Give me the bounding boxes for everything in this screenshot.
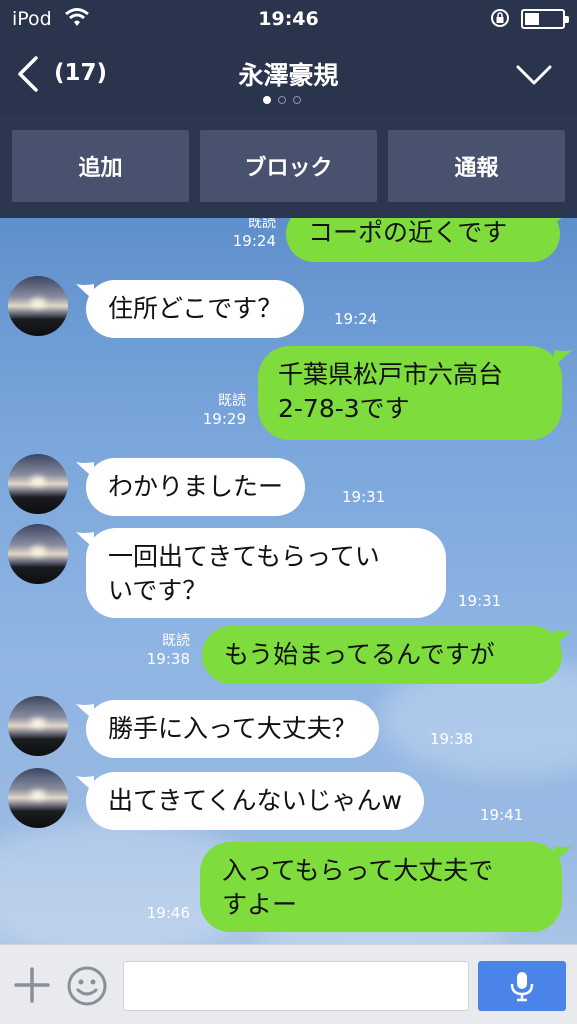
message-input[interactable] (123, 961, 469, 1011)
add-button[interactable]: 追加 (12, 130, 189, 202)
status-bar: iPod 19:46 (0, 0, 577, 40)
message-text: わかりましたー (108, 472, 284, 501)
message-bubble-incoming[interactable]: 一回出てきてもらってい いです？ (76, 528, 446, 618)
chat-title: 永澤豪規 (238, 61, 339, 90)
message-bubble-outgoing[interactable]: コーポの近くです (286, 218, 562, 262)
message-bubble-outgoing[interactable]: 千葉県松戸市六高台 2-78-3です (258, 346, 572, 440)
emoji-icon[interactable] (66, 965, 108, 1007)
message-meta: 既読 19:38 (140, 632, 190, 668)
message-text: いです？ (108, 576, 208, 605)
chat-header: (17) 永澤豪規 (0, 40, 577, 114)
message-text: 出てきてくんないじゃんw (108, 786, 402, 815)
block-button[interactable]: ブロック (200, 130, 377, 202)
page-dot (263, 96, 271, 104)
message-text: 2-78-3です (278, 394, 410, 423)
voice-button[interactable] (478, 961, 566, 1011)
read-receipt: 既読 (218, 393, 246, 409)
message-text: すよー (222, 890, 298, 919)
plus-icon[interactable] (14, 967, 50, 1003)
message-time: 19:41 (480, 806, 524, 824)
message-bubble-outgoing[interactable]: もう始まってるんですが (202, 626, 572, 684)
contact-avatar[interactable] (8, 768, 68, 828)
rotation-lock-icon (491, 9, 509, 27)
contact-avatar[interactable] (8, 696, 68, 756)
message-text: 入ってもらって大丈夫で (222, 856, 494, 885)
contact-avatar[interactable] (8, 454, 68, 514)
message-text: コーポの近くです (308, 218, 508, 247)
message-bubble-incoming[interactable]: 出てきてくんないじゃんw (76, 772, 424, 830)
message-meta: 既読 19:29 (196, 392, 246, 428)
battery-icon (521, 9, 569, 29)
input-bar (0, 944, 577, 1024)
message-bubble-incoming[interactable]: 住所どこです？ (76, 280, 305, 338)
report-button[interactable]: 通報 (388, 130, 565, 202)
contact-avatar[interactable] (8, 276, 68, 336)
page-indicator (263, 96, 301, 104)
message-time: 19:46 (146, 904, 190, 922)
chevron-down-icon[interactable] (514, 62, 554, 88)
page-dot (278, 96, 286, 104)
message-meta: 既読 19:24 (226, 218, 276, 250)
message-bubble-outgoing[interactable]: 入ってもらって大丈夫で すよー (200, 842, 572, 932)
contact-avatar[interactable] (8, 524, 68, 584)
chat-area[interactable]: 既読 19:24 コーポの近くです 住所どこです？ 19:24 既読 19:29… (0, 218, 577, 944)
read-receipt: 既読 (162, 633, 190, 649)
message-bubble-incoming[interactable]: わかりましたー (76, 458, 306, 516)
message-time: 19:31 (342, 488, 386, 506)
message-time: 19:31 (458, 592, 502, 610)
message-time: 19:24 (232, 232, 276, 250)
message-text: 住所どこです？ (108, 294, 283, 323)
message-text: もう始まってるんですが (224, 640, 495, 669)
message-text: 一回出てきてもらってい (108, 542, 380, 571)
message-time: 19:24 (334, 310, 378, 328)
read-receipt: 既読 (248, 218, 276, 231)
message-time: 19:29 (202, 410, 246, 428)
action-bar: 追加 ブロック 通報 (0, 114, 577, 218)
message-time: 19:38 (146, 650, 190, 668)
message-text: 千葉県松戸市六高台 (278, 360, 504, 389)
message-bubble-incoming[interactable]: 勝手に入って大丈夫？ (76, 700, 379, 758)
message-text: 勝手に入って大丈夫？ (108, 714, 357, 743)
microphone-icon (510, 972, 534, 1002)
message-time: 19:38 (430, 730, 474, 748)
page-dot (293, 96, 301, 104)
